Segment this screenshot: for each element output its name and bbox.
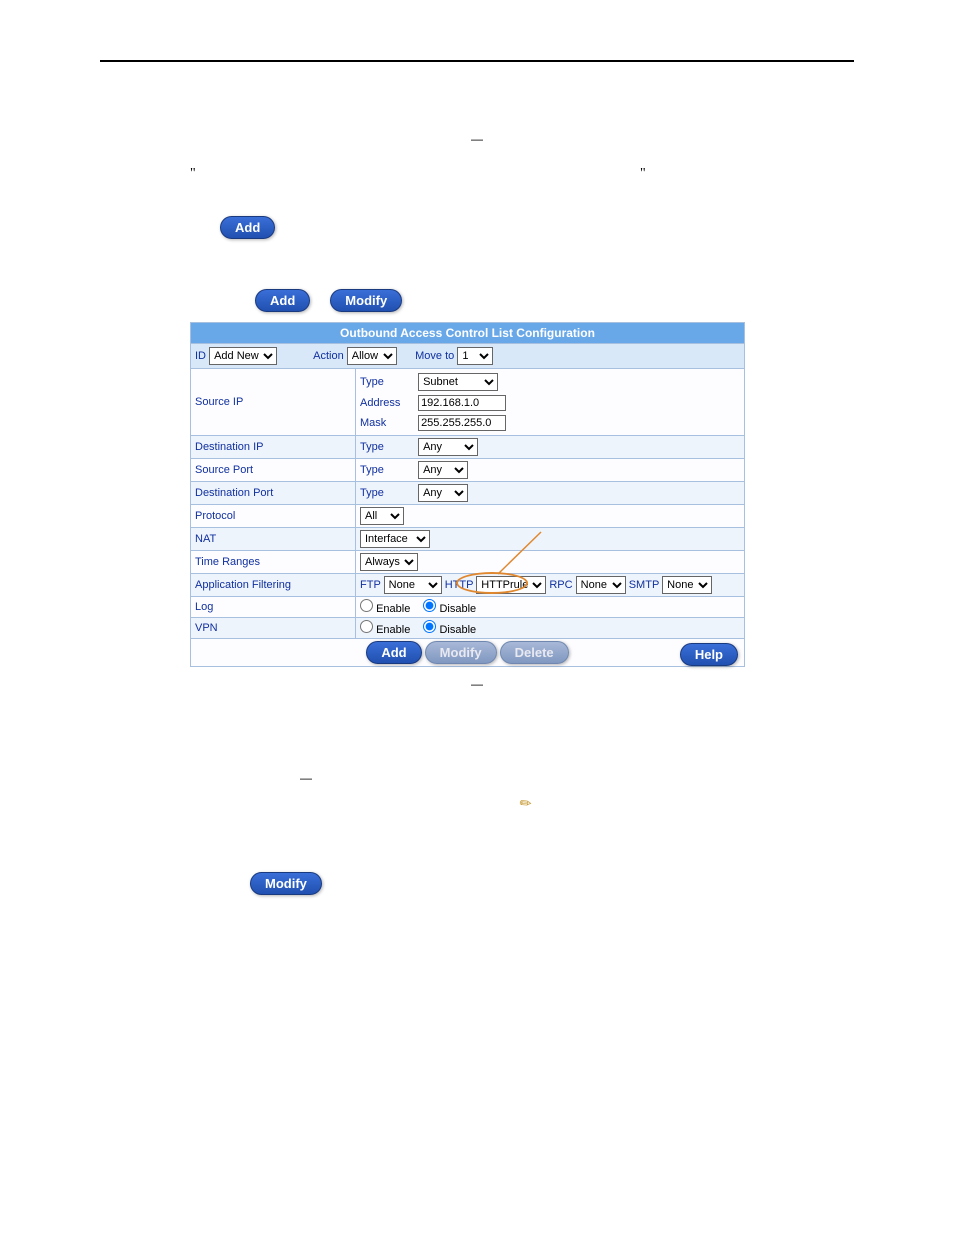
panel-title: Outbound Access Control List Configurati… xyxy=(191,323,745,344)
rpc-label: RPC xyxy=(549,579,572,591)
ftp-label: FTP xyxy=(360,579,381,591)
smtp-label: SMTP xyxy=(629,579,659,591)
protocol-label: Protocol xyxy=(191,505,356,528)
sip-address-label: Address xyxy=(360,397,415,409)
action-label: Action xyxy=(313,350,344,362)
smtp-select[interactable]: None xyxy=(662,576,712,594)
sip-address-input[interactable] xyxy=(418,395,506,411)
dp-type-label: Type xyxy=(360,487,415,499)
moveto-select[interactable]: 1 xyxy=(457,347,493,365)
panel-add-button[interactable]: Add xyxy=(366,641,421,664)
panel-help-button[interactable]: Help xyxy=(680,643,738,666)
sp-type-label: Type xyxy=(360,464,415,476)
vpn-disable-radio[interactable]: Disable xyxy=(423,624,476,636)
acl-config-table: Outbound Access Control List Configurati… xyxy=(190,322,745,667)
nat-select[interactable]: Interface xyxy=(360,530,430,548)
source-port-label: Source Port xyxy=(191,459,356,482)
id-select[interactable]: Add New xyxy=(209,347,277,365)
panel-modify-button[interactable]: Modify xyxy=(425,641,497,664)
log-disable-radio[interactable]: Disable xyxy=(423,603,476,615)
id-label: ID xyxy=(195,350,206,362)
dest-ip-label: Destination IP xyxy=(191,436,356,459)
dash-separator: — xyxy=(100,132,854,146)
modify-button-top[interactable]: Modify xyxy=(330,289,402,312)
quote-right: " xyxy=(640,166,646,182)
add-button-standalone[interactable]: Add xyxy=(220,216,275,239)
time-ranges-select[interactable]: Always xyxy=(360,553,418,571)
dash-inline: — xyxy=(300,771,854,785)
dest-port-label: Destination Port xyxy=(191,482,356,505)
source-ip-label: Source IP xyxy=(191,369,356,436)
sip-mask-input[interactable] xyxy=(418,415,506,431)
log-label: Log xyxy=(191,597,356,618)
dip-type-label: Type xyxy=(360,441,415,453)
dip-type-select[interactable]: Any xyxy=(418,438,478,456)
time-ranges-label: Time Ranges xyxy=(191,551,356,574)
vpn-label: VPN xyxy=(191,618,356,639)
vpn-enable-radio[interactable]: Enable xyxy=(360,624,410,636)
pencil-icon: ✎ xyxy=(516,793,536,814)
rpc-select[interactable]: None xyxy=(576,576,626,594)
app-filter-label: Application Filtering xyxy=(191,574,356,597)
action-select[interactable]: Allow xyxy=(347,347,397,365)
nat-label: NAT xyxy=(191,528,356,551)
log-enable-radio[interactable]: Enable xyxy=(360,603,410,615)
sip-mask-label: Mask xyxy=(360,417,415,429)
sp-type-select[interactable]: Any xyxy=(418,461,468,479)
panel-delete-button[interactable]: Delete xyxy=(500,641,569,664)
sip-type-select[interactable]: Subnet xyxy=(418,373,498,391)
moveto-label: Move to xyxy=(415,350,454,362)
top-rule xyxy=(100,60,854,62)
dash-separator-2: — xyxy=(100,677,854,691)
quote-left: " xyxy=(190,166,196,182)
http-label: HTTP xyxy=(445,579,474,591)
protocol-select[interactable]: All xyxy=(360,507,404,525)
add-button-2[interactable]: Add xyxy=(255,289,310,312)
sip-type-label: Type xyxy=(360,376,415,388)
modify-button-bottom[interactable]: Modify xyxy=(250,872,322,895)
http-select[interactable]: HTTPrule1 xyxy=(476,576,546,594)
dp-type-select[interactable]: Any xyxy=(418,484,468,502)
ftp-select[interactable]: None xyxy=(384,576,442,594)
